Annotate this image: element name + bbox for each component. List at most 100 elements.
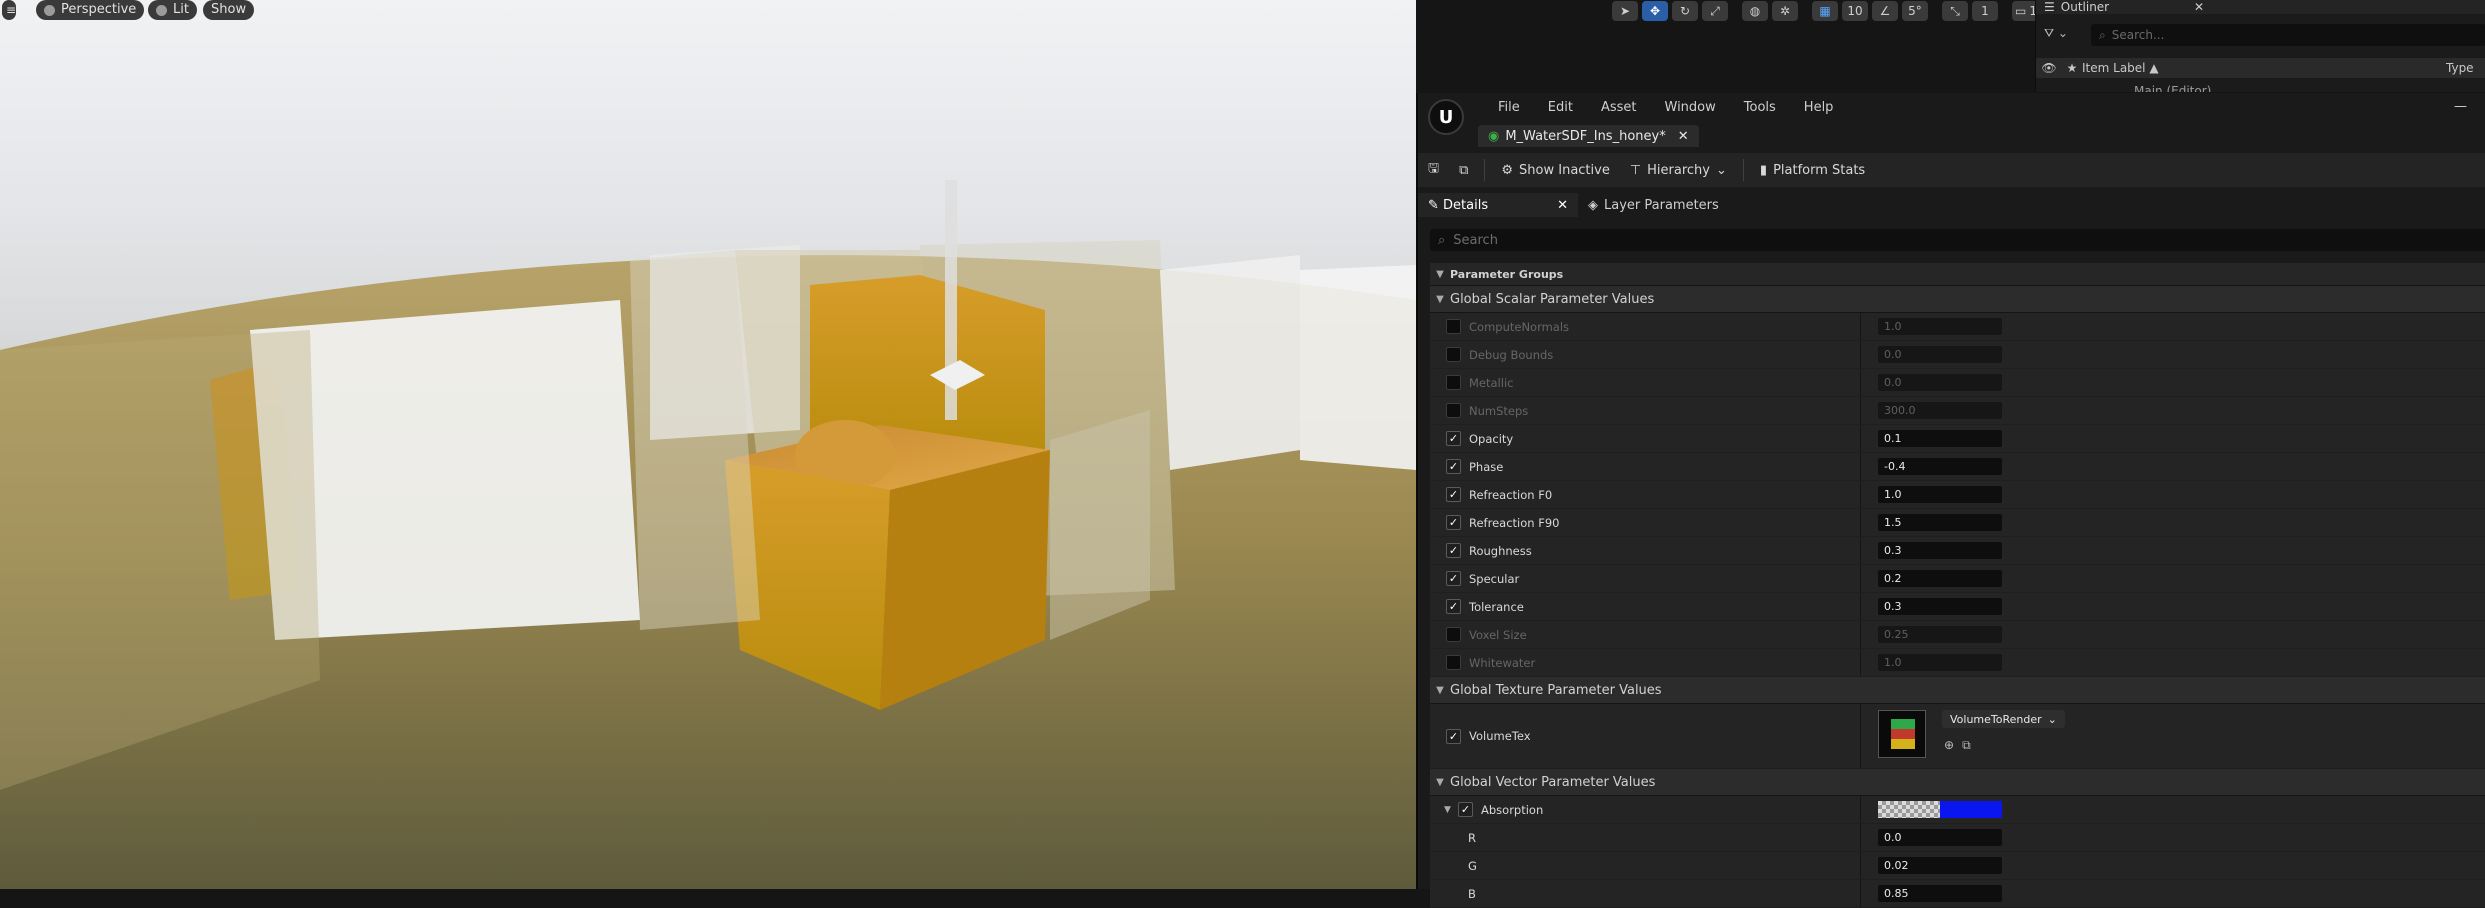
column-splitter[interactable] bbox=[1860, 313, 1861, 340]
parameter-value-input[interactable]: 0.1 bbox=[1878, 430, 2002, 447]
level-viewport[interactable]: ≡ Perspective Lit Show bbox=[0, 0, 1416, 889]
parameter-value-input[interactable]: 1.0 bbox=[1878, 318, 2002, 335]
vector-group-header[interactable]: ▼ Global Vector Parameter Values bbox=[1430, 769, 2485, 796]
column-splitter[interactable] bbox=[1860, 537, 1861, 564]
outliner-row[interactable]: Main (Editor) bbox=[2036, 84, 2211, 92]
world-space-button[interactable]: ◍ bbox=[1742, 1, 1768, 21]
parameter-value-input[interactable]: 1.5 bbox=[1878, 514, 2002, 531]
channel-value-input[interactable]: 0.02 bbox=[1878, 857, 2002, 874]
override-checkbox[interactable] bbox=[1446, 375, 1461, 390]
column-splitter[interactable] bbox=[1860, 852, 1861, 879]
column-splitter[interactable] bbox=[1860, 796, 1861, 823]
scale-mode-button[interactable]: ⤢ bbox=[1702, 1, 1728, 21]
parameter-value-input[interactable]: 300.0 bbox=[1878, 402, 2002, 419]
parameter-groups-header[interactable]: ▼ Parameter Groups bbox=[1430, 263, 2485, 286]
column-splitter[interactable] bbox=[1860, 649, 1861, 676]
channel-value-input[interactable]: 0.85 bbox=[1878, 885, 2002, 902]
override-checkbox[interactable]: ✓ bbox=[1446, 487, 1461, 502]
override-checkbox[interactable] bbox=[1446, 655, 1461, 670]
save-button[interactable]: 🖫 bbox=[1418, 159, 1449, 181]
perspective-button[interactable]: Perspective bbox=[36, 0, 145, 20]
show-button[interactable]: Show bbox=[203, 0, 255, 20]
override-checkbox[interactable] bbox=[1446, 347, 1461, 362]
close-icon[interactable]: ✕ bbox=[1678, 129, 1689, 144]
color-swatch[interactable] bbox=[1878, 801, 2002, 818]
scale-snap-value[interactable]: 1 bbox=[1972, 1, 1998, 21]
override-checkbox[interactable] bbox=[1446, 627, 1461, 642]
menu-file[interactable]: File bbox=[1484, 100, 1534, 115]
override-checkbox[interactable]: ✓ bbox=[1446, 431, 1461, 446]
menu-help[interactable]: Help bbox=[1790, 100, 1848, 115]
close-icon[interactable]: ✕ bbox=[1557, 198, 1568, 213]
texture-thumbnail[interactable] bbox=[1878, 710, 1926, 758]
tab-layer-parameters[interactable]: ◈ Layer Parameters bbox=[1578, 193, 1729, 217]
minimize-button[interactable]: — bbox=[2454, 99, 2467, 114]
menu-tools[interactable]: Tools bbox=[1730, 100, 1790, 115]
column-splitter[interactable] bbox=[1860, 481, 1861, 508]
column-splitter[interactable] bbox=[1860, 593, 1861, 620]
menu-window[interactable]: Window bbox=[1651, 100, 1730, 115]
angle-snap-value[interactable]: 5° bbox=[1902, 1, 1928, 21]
column-splitter[interactable] bbox=[1860, 425, 1861, 452]
texture-asset-dropdown[interactable]: VolumeToRender ⌄ bbox=[1942, 710, 2065, 728]
document-tab[interactable]: ◉ M_WaterSDF_Ins_honey* ✕ bbox=[1478, 125, 1699, 147]
column-splitter[interactable] bbox=[1860, 453, 1861, 480]
parameter-value-input[interactable]: 0.2 bbox=[1878, 570, 2002, 587]
browse-button[interactable]: ⧉ bbox=[1449, 163, 1478, 178]
parameter-value-input[interactable]: 1.0 bbox=[1878, 486, 2002, 503]
rotate-mode-button[interactable]: ↻ bbox=[1672, 1, 1698, 21]
lit-button[interactable]: Lit bbox=[148, 0, 197, 20]
outliner-search-input[interactable]: ⌕ Search... bbox=[2091, 24, 2485, 46]
parameter-value-input[interactable]: 1.0 bbox=[1878, 654, 2002, 671]
parameter-value-input[interactable]: 0.0 bbox=[1878, 346, 2002, 363]
texture-group-header[interactable]: ▼ Global Texture Parameter Values bbox=[1430, 677, 2485, 704]
channel-value-input[interactable]: 0.0 bbox=[1878, 829, 2002, 846]
tab-details[interactable]: ✎ Details ✕ bbox=[1418, 193, 1578, 217]
override-checkbox[interactable] bbox=[1446, 319, 1461, 334]
column-splitter[interactable] bbox=[1860, 369, 1861, 396]
grid-snap-toggle[interactable]: ▦ bbox=[1812, 1, 1838, 21]
override-checkbox[interactable]: ✓ bbox=[1446, 599, 1461, 614]
override-checkbox[interactable]: ✓ bbox=[1446, 543, 1461, 558]
details-search-input[interactable]: ⌕ Search bbox=[1430, 229, 2485, 251]
menu-asset[interactable]: Asset bbox=[1587, 100, 1651, 115]
override-checkbox[interactable]: ✓ bbox=[1446, 459, 1461, 474]
viewport-menu-button[interactable]: ≡ bbox=[2, 0, 16, 20]
parameter-value-input[interactable]: 0.0 bbox=[1878, 374, 2002, 391]
hierarchy-button[interactable]: ⊤ Hierarchy ⌄ bbox=[1620, 163, 1737, 178]
override-checkbox[interactable]: ✓ bbox=[1446, 728, 1461, 744]
override-checkbox[interactable] bbox=[1446, 403, 1461, 418]
translate-mode-button[interactable]: ✥ bbox=[1642, 1, 1668, 21]
browse-icon[interactable]: ⧉ bbox=[1962, 738, 1971, 753]
item-label-column[interactable]: Item Label ▲ bbox=[2082, 61, 2446, 75]
select-mode-button[interactable]: ➤ bbox=[1612, 1, 1638, 21]
column-splitter[interactable] bbox=[1860, 880, 1861, 907]
show-inactive-button[interactable]: ⚙ Show Inactive bbox=[1491, 163, 1619, 178]
angle-snap-toggle[interactable]: ∠ bbox=[1872, 1, 1898, 21]
column-splitter[interactable] bbox=[1860, 341, 1861, 368]
type-column-header[interactable]: Type bbox=[2446, 61, 2474, 75]
override-checkbox[interactable]: ✓ bbox=[1446, 571, 1461, 586]
star-icon[interactable]: ★ bbox=[2062, 61, 2082, 75]
parameter-value-input[interactable]: 0.3 bbox=[1878, 598, 2002, 615]
filter-button[interactable]: ⛛ ⌄ bbox=[2044, 26, 2068, 41]
parameter-value-input[interactable]: 0.25 bbox=[1878, 626, 2002, 643]
platform-stats-button[interactable]: ▮ Platform Stats bbox=[1750, 163, 1875, 178]
scalar-group-header[interactable]: ▼ Global Scalar Parameter Values bbox=[1430, 286, 2485, 313]
column-splitter[interactable] bbox=[1860, 621, 1861, 648]
close-icon[interactable]: ✕ bbox=[2194, 0, 2204, 14]
column-splitter[interactable] bbox=[1860, 509, 1861, 536]
override-checkbox[interactable]: ✓ bbox=[1446, 515, 1461, 530]
chevron-down-icon[interactable]: ▼ bbox=[1444, 805, 1451, 815]
use-selected-icon[interactable]: ⊕ bbox=[1944, 738, 1954, 753]
scale-snap-toggle[interactable]: ⤡ bbox=[1942, 1, 1968, 21]
surface-snap-button[interactable]: ✲ bbox=[1772, 1, 1798, 21]
parameter-value-input[interactable]: -0.4 bbox=[1878, 458, 2002, 475]
column-splitter[interactable] bbox=[1860, 397, 1861, 424]
column-splitter[interactable] bbox=[1860, 704, 1861, 768]
column-splitter[interactable] bbox=[1860, 824, 1861, 851]
override-checkbox[interactable]: ✓ bbox=[1458, 802, 1473, 817]
outliner-tab[interactable]: ☰ Outliner ✕ bbox=[2036, 0, 2212, 14]
eye-icon[interactable]: 👁 bbox=[2036, 61, 2062, 75]
parameter-value-input[interactable]: 0.3 bbox=[1878, 542, 2002, 559]
